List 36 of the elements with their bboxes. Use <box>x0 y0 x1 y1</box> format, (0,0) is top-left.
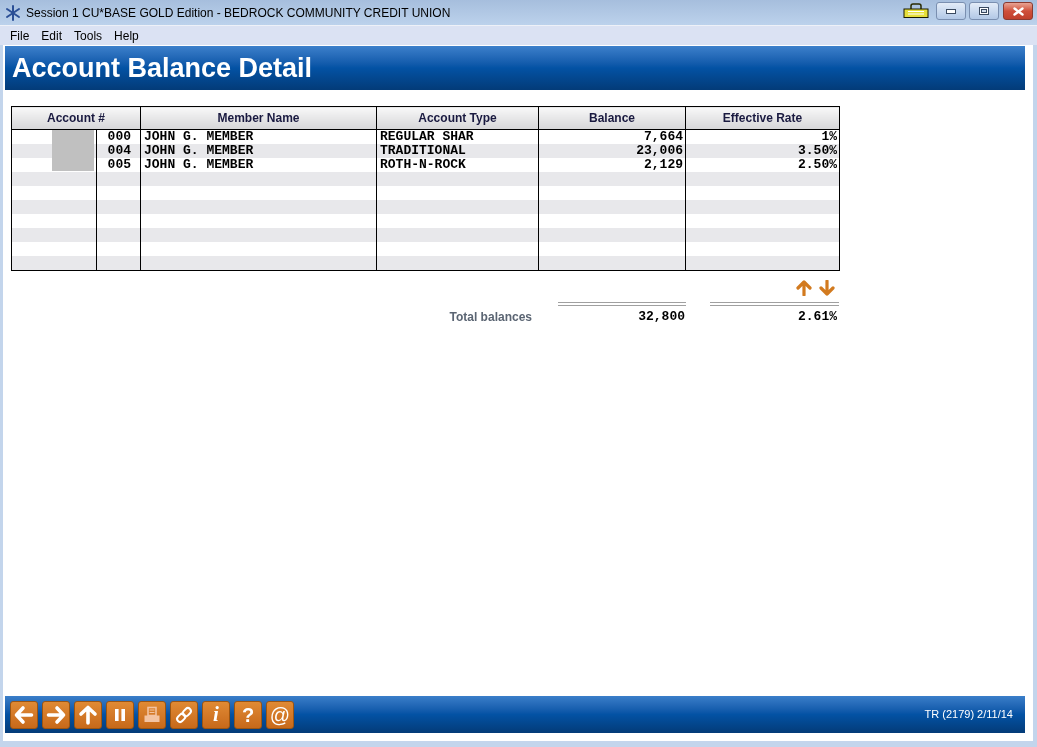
window-title: Session 1 CU*BASE GOLD Edition - BEDROCK COMMUNITY CREDIT UNION <box>26 4 451 22</box>
close-icon <box>1012 6 1024 16</box>
up-arrow-icon[interactable] <box>796 279 812 296</box>
back-button[interactable] <box>10 700 38 729</box>
up-arrow-icon <box>78 704 98 725</box>
minimize-icon <box>946 8 956 14</box>
right-arrow-icon <box>46 704 66 725</box>
chain-link-icon <box>174 704 194 725</box>
column-header: Account Type <box>376 106 539 130</box>
menu-item[interactable]: Help <box>108 26 145 45</box>
column-header: Member Name <box>140 106 377 130</box>
total-effective-rate: 2.61% <box>798 309 838 324</box>
menu-item[interactable]: Tools <box>68 26 109 45</box>
redacted-block <box>52 130 94 171</box>
maximize-button[interactable] <box>969 2 999 20</box>
totals-label: Total balances <box>448 309 532 324</box>
maximize-icon <box>979 7 989 15</box>
menu-item[interactable]: Edit <box>35 26 69 45</box>
up-button[interactable] <box>74 700 102 729</box>
page-title: Account Balance Detail <box>12 54 313 82</box>
pause-button[interactable] <box>106 700 134 729</box>
printer-icon <box>142 704 162 725</box>
column-header: Effective Rate <box>685 106 840 130</box>
minimize-button[interactable] <box>936 2 966 20</box>
link-button[interactable] <box>170 700 198 729</box>
status-text: TR (2179) 2/11/14 <box>924 707 1014 723</box>
left-arrow-icon <box>14 704 34 725</box>
column-header: Balance <box>538 106 686 130</box>
menu-item[interactable]: File <box>4 26 36 45</box>
column-header: Account # <box>11 106 141 130</box>
asterisk-icon <box>5 4 21 21</box>
down-arrow-icon[interactable] <box>819 279 835 296</box>
close-button[interactable] <box>1003 2 1033 20</box>
toolbox-icon <box>903 3 929 18</box>
forward-button[interactable] <box>42 700 70 729</box>
total-balance: 32,800 <box>638 309 686 324</box>
